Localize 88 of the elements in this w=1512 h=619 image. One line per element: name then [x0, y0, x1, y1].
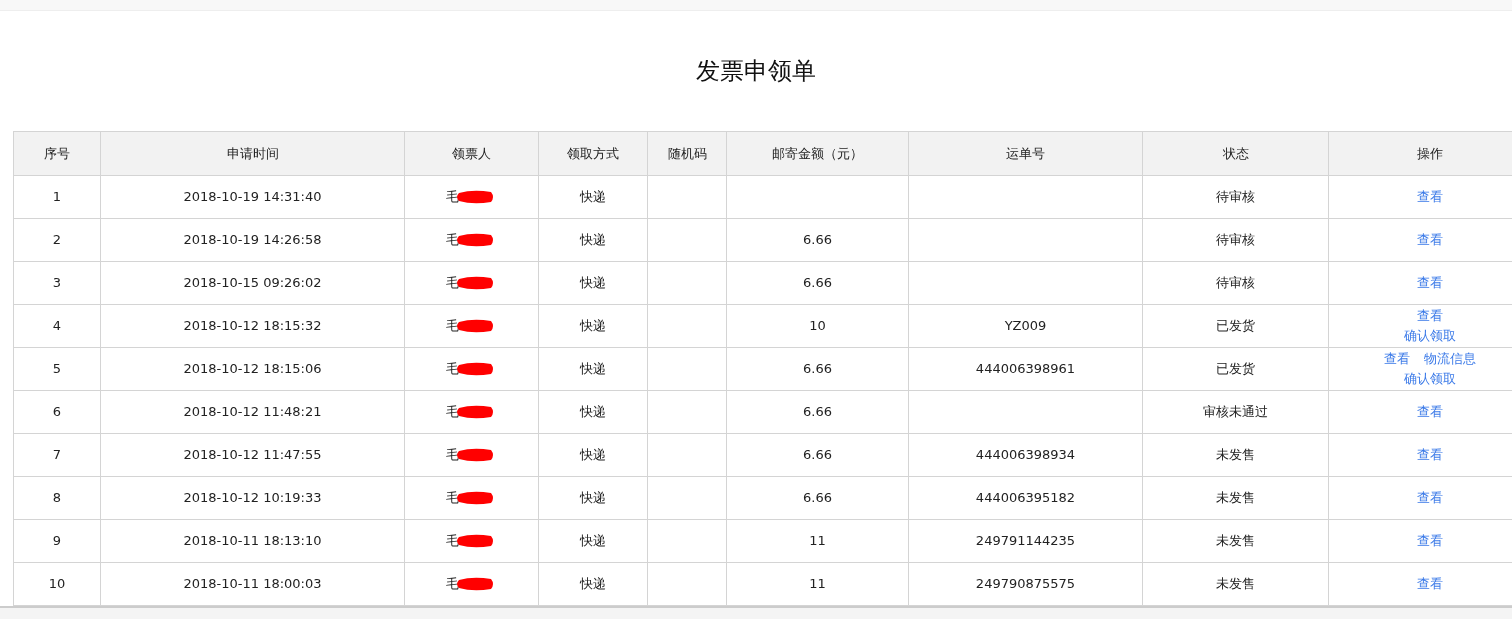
table-cell: 2018-10-19 14:31:40 — [100, 175, 405, 219]
table-cell: 已发货 — [1142, 347, 1329, 391]
table-cell: 6.66 — [726, 347, 909, 391]
column-header: 序号 — [13, 131, 101, 176]
table-cell: 快递 — [538, 390, 648, 434]
table-cell: 444006395182 — [908, 476, 1143, 520]
table-cell: 6.66 — [726, 218, 909, 262]
applicant-name: 毛 — [446, 231, 459, 249]
action-link[interactable]: 查看 — [1416, 447, 1443, 462]
action-link[interactable]: 查看 — [1416, 275, 1443, 290]
action-link[interactable]: 确认领取 — [1403, 328, 1456, 343]
table-cell: 6.66 — [726, 476, 909, 520]
table-cell: 9 — [13, 519, 101, 563]
table-cell: 249791144235 — [908, 519, 1143, 563]
table-cell: 待审核 — [1142, 175, 1329, 219]
table-cell: 6 — [13, 390, 101, 434]
table-cell: 2018-10-15 09:26:02 — [100, 261, 405, 305]
table-cell: 2 — [13, 218, 101, 262]
column-header: 申请时间 — [100, 131, 405, 176]
action-link[interactable]: 查看 — [1416, 490, 1443, 505]
table-cell: 2018-10-11 18:00:03 — [100, 562, 405, 606]
table-cell: 未发售 — [1142, 562, 1329, 606]
table-cell: 2018-10-12 11:47:55 — [100, 433, 405, 477]
table-cell: 已发货 — [1142, 304, 1329, 348]
table-cell: 2018-10-11 18:13:10 — [100, 519, 405, 563]
action-link[interactable]: 查看 — [1416, 404, 1443, 419]
table-cell: 6.66 — [726, 433, 909, 477]
action-link[interactable]: 查看 — [1416, 576, 1443, 591]
column-header: 随机码 — [647, 131, 727, 176]
table-cell: 2018-10-12 18:15:06 — [100, 347, 405, 391]
table-cell: 4 — [13, 304, 101, 348]
column-header: 领票人 — [404, 131, 539, 176]
column-header: 操作 — [1328, 131, 1512, 176]
table-cell: 2018-10-12 11:48:21 — [100, 390, 405, 434]
table-cell: 快递 — [538, 433, 648, 477]
applicant-name: 毛 — [446, 274, 459, 292]
table-cell: 3 — [13, 261, 101, 305]
table-cell: 审核未通过 — [1142, 390, 1329, 434]
table-cell: 8 — [13, 476, 101, 520]
table-cell: 快递 — [538, 347, 648, 391]
table-cell: 待审核 — [1142, 218, 1329, 262]
table-cell: 10 — [13, 562, 101, 606]
table-cell: 2018-10-12 18:15:32 — [100, 304, 405, 348]
table-cell: YZ009 — [908, 304, 1143, 348]
applicant-name: 毛 — [446, 188, 459, 206]
table-cell: 6.66 — [726, 390, 909, 434]
table-cell: 11 — [726, 562, 909, 606]
table-cell: 7 — [13, 433, 101, 477]
column-header: 邮寄金额（元） — [726, 131, 909, 176]
table-cell: 快递 — [538, 218, 648, 262]
table-cell: 10 — [726, 304, 909, 348]
table-cell: 444006398961 — [908, 347, 1143, 391]
action-link[interactable]: 查看 — [1383, 351, 1410, 366]
applicant-name: 毛 — [446, 317, 459, 335]
applicant-name: 毛 — [446, 360, 459, 378]
applicant-name: 毛 — [446, 489, 459, 507]
table-cell: 快递 — [538, 261, 648, 305]
column-header: 状态 — [1142, 131, 1329, 176]
table-cell: 11 — [726, 519, 909, 563]
action-link[interactable]: 查看 — [1416, 308, 1443, 323]
table-cell: 6.66 — [726, 261, 909, 305]
table-cell: 249790875575 — [908, 562, 1143, 606]
table-cell: 未发售 — [1142, 476, 1329, 520]
applicant-name: 毛 — [446, 403, 459, 421]
table-cell: 快递 — [538, 562, 648, 606]
table-cell: 444006398934 — [908, 433, 1143, 477]
table-cell: 待审核 — [1142, 261, 1329, 305]
column-header: 领取方式 — [538, 131, 648, 176]
page-title: 发票申领单 — [695, 56, 817, 87]
table-cell: 1 — [13, 175, 101, 219]
applicant-name: 毛 — [446, 446, 459, 464]
applicant-name: 毛 — [446, 575, 459, 593]
action-link[interactable]: 查看 — [1416, 189, 1443, 204]
table-cell: 快递 — [538, 304, 648, 348]
action-link[interactable]: 确认领取 — [1403, 371, 1456, 386]
table-cell: 未发售 — [1142, 433, 1329, 477]
table-cell: 2018-10-19 14:26:58 — [100, 218, 405, 262]
table-cell: 快递 — [538, 175, 648, 219]
table-cell: 2018-10-12 10:19:33 — [100, 476, 405, 520]
table-cell: 未发售 — [1142, 519, 1329, 563]
applicant-name: 毛 — [446, 532, 459, 550]
action-link[interactable]: 物流信息 — [1423, 351, 1476, 366]
table-cell: 5 — [13, 347, 101, 391]
action-link[interactable]: 查看 — [1416, 533, 1443, 548]
column-header: 运单号 — [908, 131, 1143, 176]
table-cell: 快递 — [538, 476, 648, 520]
action-link[interactable]: 查看 — [1416, 232, 1443, 247]
table-cell: 快递 — [538, 519, 648, 563]
